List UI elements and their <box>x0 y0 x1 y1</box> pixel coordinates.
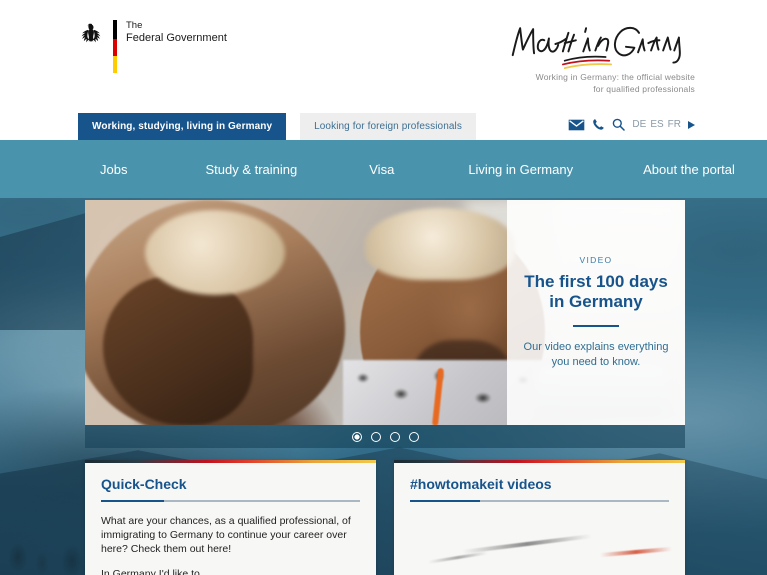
card-howtomakeit-title: #howtomakeit videos <box>410 476 552 492</box>
nav-item-jobs[interactable]: Jobs <box>100 162 127 177</box>
teaser-cards: Quick-Check What are your chances, as a … <box>85 460 685 575</box>
carousel-dot-1[interactable] <box>351 431 362 442</box>
hero-description: Our video explains everything you need t… <box>523 341 669 368</box>
artwork-streak-gray <box>462 534 592 554</box>
brand-tagline: Working in Germany: the official website… <box>505 72 695 95</box>
hero-title-line2: in Germany <box>549 292 643 311</box>
main-navigation-list: Jobs Study & training Visa Living in Ger… <box>0 140 767 198</box>
tab-looking-for-foreign-professionals[interactable]: Looking for foreign professionals <box>300 113 476 140</box>
main-navigation: Jobs Study & training Visa Living in Ger… <box>0 140 767 198</box>
page-root: The Federal Government Working in German… <box>0 0 767 575</box>
card-quick-check-paragraph-1: What are your chances, as a qualified pr… <box>101 515 351 555</box>
hero-eyebrow-label: VIDEO <box>579 255 613 265</box>
brand-tagline-line1: Working in Germany: the official website <box>535 72 695 82</box>
carousel-dot-3[interactable] <box>389 431 400 442</box>
phone-icon[interactable] <box>592 118 605 131</box>
hero-title-line1: The first 100 days <box>524 272 668 291</box>
hero-divider <box>573 325 619 327</box>
carousel-pagination <box>85 425 685 448</box>
handwritten-signature-icon <box>511 26 681 70</box>
triangle-right-icon[interactable] <box>688 120 695 129</box>
artwork-streak-red <box>599 546 673 558</box>
card-quick-check-title: Quick-Check <box>101 476 187 492</box>
site-header: The Federal Government Working in German… <box>0 0 767 140</box>
make-it-in-germany-brand[interactable]: Working in Germany: the official website… <box>505 18 695 95</box>
hero-text-panel[interactable]: VIDEO The first 100 days in Germany Our … <box>507 200 685 425</box>
card-howtomakeit-artwork <box>410 520 673 568</box>
card-howtomakeit-videos[interactable]: #howtomakeit videos <box>394 460 685 575</box>
card-quick-check-paragraph-2: In Germany I'd like to... <box>101 568 209 575</box>
carousel-dot-4[interactable] <box>408 431 419 442</box>
hero-photo-woman-bun <box>145 210 285 295</box>
nav-item-study-training[interactable]: Study & training <box>205 162 297 177</box>
nav-item-visa[interactable]: Visa <box>369 162 394 177</box>
federal-label-line1: The <box>126 20 143 31</box>
federal-government-wordmark: The Federal Government <box>126 18 227 44</box>
card-howtomakeit-inner: #howtomakeit videos <box>394 463 685 568</box>
mail-icon[interactable] <box>568 119 585 131</box>
nav-item-living-in-germany[interactable]: Living in Germany <box>468 162 573 177</box>
hero-title: The first 100 days in Germany <box>524 272 668 312</box>
card-quick-check-body: What are your chances, as a qualified pr… <box>101 514 360 575</box>
utility-bar: DE ES FR <box>568 118 695 131</box>
language-es[interactable]: ES <box>650 119 663 130</box>
audience-tabs: Working, studying, living in Germany Loo… <box>78 113 476 140</box>
hero-carousel: VIDEO The first 100 days in Germany Our … <box>85 200 685 448</box>
search-icon[interactable] <box>612 118 626 131</box>
carousel-dot-2[interactable] <box>370 431 381 442</box>
card-quick-check-inner: Quick-Check What are your chances, as a … <box>85 463 376 575</box>
hero-photo-man-hair <box>365 208 515 280</box>
brand-tagline-line2: for qualified professionals <box>593 83 695 94</box>
language-switcher: DE ES FR <box>632 119 681 130</box>
language-de[interactable]: DE <box>632 119 646 130</box>
federal-eagle-icon <box>81 23 101 43</box>
card-howtomakeit-underline <box>410 500 669 502</box>
nav-item-about-the-portal[interactable]: About the portal <box>643 162 735 177</box>
card-quick-check[interactable]: Quick-Check What are your chances, as a … <box>85 460 376 575</box>
tab-working-studying-living[interactable]: Working, studying, living in Germany <box>78 113 287 140</box>
federal-government-logo[interactable]: The Federal Government <box>78 18 227 73</box>
federal-label-line2: Federal Government <box>126 32 227 44</box>
brand-signature-logo <box>505 18 695 70</box>
card-quick-check-underline <box>101 500 360 502</box>
german-flag-stripe <box>113 20 117 73</box>
artwork-streak-light <box>428 551 488 564</box>
language-fr[interactable]: FR <box>668 119 681 130</box>
